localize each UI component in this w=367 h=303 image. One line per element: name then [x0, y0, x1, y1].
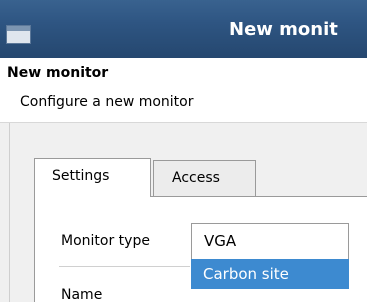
name-label: Name	[61, 287, 103, 303]
dialog-title: New monitor	[7, 65, 109, 81]
window-title: New monit	[229, 19, 338, 40]
tab-access[interactable]: Access	[153, 160, 256, 196]
dialog-subtitle: Configure a new monitor	[20, 94, 194, 110]
monitor-type-select[interactable]: VGA	[191, 223, 349, 260]
tab-access-label: Access	[172, 170, 220, 186]
dropdown-option-carbon-site[interactable]: Carbon site	[191, 259, 349, 289]
left-border	[0, 123, 10, 302]
divider	[59, 266, 190, 267]
monitor-type-label: Monitor type	[61, 233, 150, 249]
dialog-header: New monitor Configure a new monitor	[0, 58, 367, 123]
tab-settings-label: Settings	[52, 168, 110, 184]
window-titlebar[interactable]: New monit	[0, 0, 367, 58]
dropdown-option-label: Carbon site	[203, 265, 289, 283]
tab-settings[interactable]: Settings	[34, 158, 151, 197]
monitor-type-selected-value: VGA	[204, 232, 237, 250]
window-icon[interactable]	[6, 25, 31, 44]
